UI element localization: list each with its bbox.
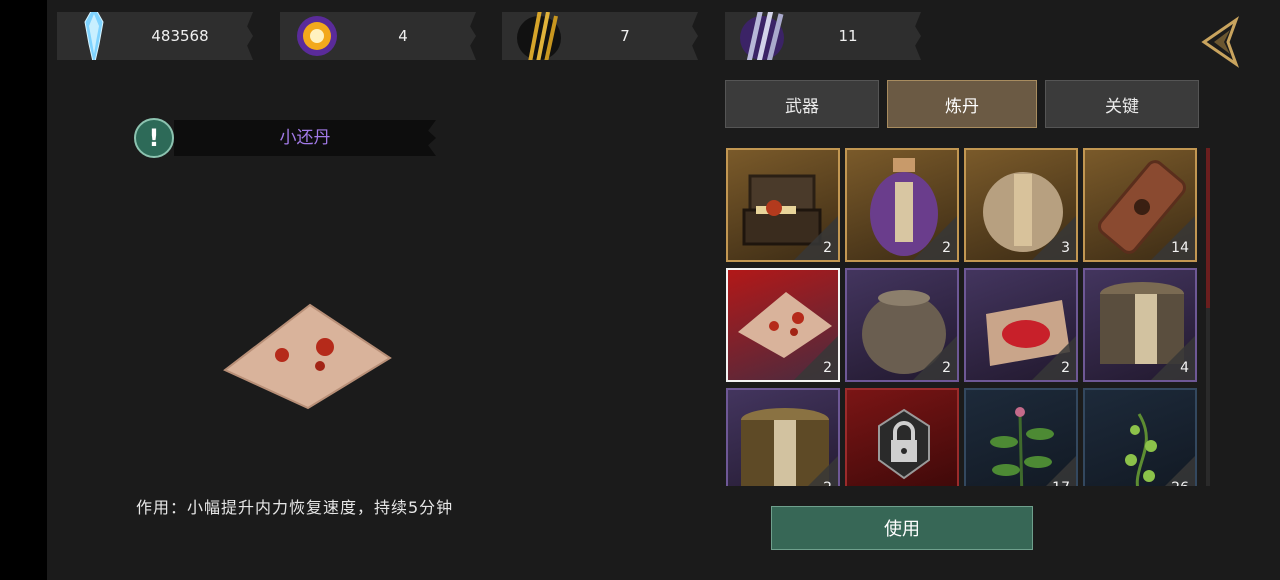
item-slot-red-powder[interactable]: 2 [964, 268, 1078, 382]
currency-gold-arrows-value: 7 [620, 27, 630, 45]
gold-arrows-icon [517, 12, 561, 60]
item-slot-box[interactable]: 4 [1083, 268, 1197, 382]
item-slot-pot[interactable]: 2 [845, 268, 959, 382]
item-slot-herb-2[interactable]: 26 [1083, 388, 1197, 486]
item-count: 26 [1171, 480, 1189, 486]
item-count: 2 [823, 480, 832, 486]
item-slot-ornate-box[interactable]: 2 [726, 388, 840, 486]
item-slot-purple-jar[interactable]: 2 [845, 148, 959, 262]
back-icon[interactable] [1196, 16, 1242, 68]
item-count: 2 [942, 360, 951, 376]
info-exclamation-icon: ! [134, 118, 174, 158]
item-count: 17 [1052, 480, 1070, 486]
currency-orb-value: 4 [398, 27, 408, 45]
currency-purple-arrows-value: 11 [838, 27, 858, 45]
currency-crystal: 483568 [57, 12, 253, 60]
item-name-plate: 小还丹 [174, 120, 436, 156]
tab-key-items[interactable]: 关键 [1045, 80, 1199, 128]
tab-weapons[interactable]: 武器 [725, 80, 879, 128]
item-slot-pill-paper[interactable]: 2 [726, 268, 840, 382]
item-slot-chest[interactable]: 2 [726, 148, 840, 262]
currency-crystal-value: 483568 [151, 27, 209, 45]
left-black-strip [0, 0, 47, 580]
use-button[interactable]: 使用 [771, 506, 1033, 550]
item-count: 3 [1061, 240, 1070, 256]
inventory-scrollbar[interactable] [1206, 148, 1210, 486]
tab-alchemy[interactable]: 炼丹 [887, 80, 1037, 128]
item-description: 作用：小幅提升内力恢复速度，持续5分钟 [136, 498, 454, 517]
pill-paper-large-image [223, 303, 392, 410]
orb-icon [297, 16, 337, 56]
item-count: 2 [942, 240, 951, 256]
currency-gold-arrows: 7 [502, 12, 698, 60]
item-name: 小还丹 [279, 128, 331, 148]
currency-purple-arrows: 11 [725, 12, 921, 60]
lock-icon [878, 408, 930, 480]
crystal-icon [84, 12, 104, 60]
item-count: 2 [823, 360, 832, 376]
item-count: 14 [1171, 240, 1189, 256]
item-slot-locked[interactable] [845, 388, 959, 486]
currency-orb: 4 [280, 12, 476, 60]
item-slot-herb-1[interactable]: 17 [964, 388, 1078, 486]
item-count: 4 [1180, 360, 1189, 376]
item-slot-clay-jar[interactable]: 3 [964, 148, 1078, 262]
scrollbar-thumb[interactable] [1206, 148, 1210, 308]
item-count: 2 [823, 240, 832, 256]
inventory-grid: 2 2 3 14 2 2 2 4 [726, 148, 1204, 486]
item-slot-token[interactable]: 14 [1083, 148, 1197, 262]
purple-arrows-icon [740, 12, 784, 60]
item-count: 2 [1061, 360, 1070, 376]
